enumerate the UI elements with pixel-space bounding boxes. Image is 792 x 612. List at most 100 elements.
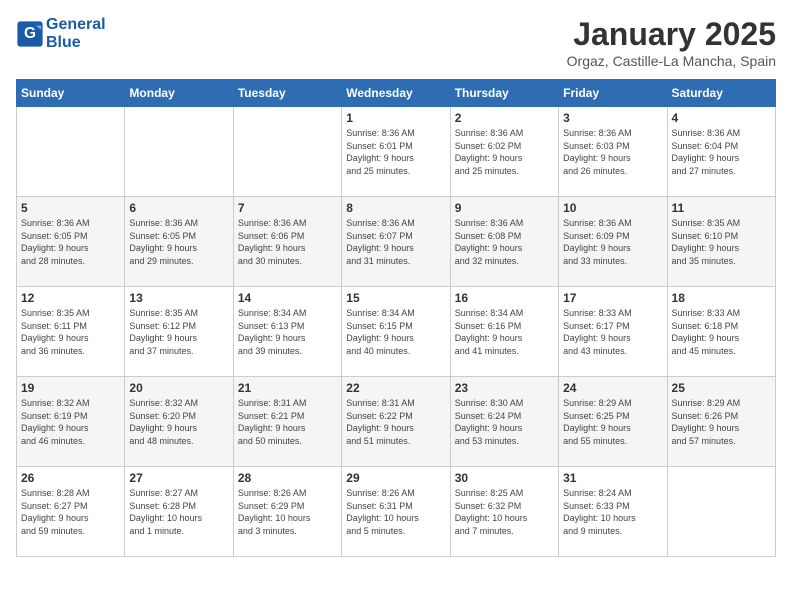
month-title: January 2025 xyxy=(567,16,776,53)
day-number: 29 xyxy=(346,471,445,485)
table-cell xyxy=(667,467,775,557)
week-row-2: 5 Sunrise: 8:36 AM Sunset: 6:05 PM Daylig… xyxy=(17,197,776,287)
table-cell: 10 Sunrise: 8:36 AM Sunset: 6:09 PM Dayli… xyxy=(559,197,667,287)
table-cell: 9 Sunrise: 8:36 AM Sunset: 6:08 PM Daylig… xyxy=(450,197,558,287)
day-number: 24 xyxy=(563,381,662,395)
table-cell: 23Sunrise: 8:30 AM Sunset: 6:24 PM Dayli… xyxy=(450,377,558,467)
day-info: Sunrise: 8:34 AM Sunset: 6:15 PM Dayligh… xyxy=(346,307,445,357)
day-number: 9 xyxy=(455,201,554,215)
day-info: Sunrise: 8:28 AM Sunset: 6:27 PM Dayligh… xyxy=(21,487,120,537)
day-info: Sunrise: 8:29 AM Sunset: 6:26 PM Dayligh… xyxy=(672,397,771,447)
day-number: 8 xyxy=(346,201,445,215)
table-cell: 3Sunrise: 8:36 AM Sunset: 6:03 PM Daylig… xyxy=(559,107,667,197)
day-number: 13 xyxy=(129,291,228,305)
title-area: January 2025 Orgaz, Castille-La Mancha, … xyxy=(567,16,776,69)
day-info: Sunrise: 8:35 AM Sunset: 6:12 PM Dayligh… xyxy=(129,307,228,357)
day-info: Sunrise: 8:34 AM Sunset: 6:13 PM Dayligh… xyxy=(238,307,337,357)
page-header: G General Blue January 2025 Orgaz, Casti… xyxy=(16,16,776,69)
day-info: Sunrise: 8:31 AM Sunset: 6:22 PM Dayligh… xyxy=(346,397,445,447)
table-cell xyxy=(125,107,233,197)
day-info: Sunrise: 8:26 AM Sunset: 6:29 PM Dayligh… xyxy=(238,487,337,537)
day-number: 28 xyxy=(238,471,337,485)
day-number: 17 xyxy=(563,291,662,305)
table-cell: 17Sunrise: 8:33 AM Sunset: 6:17 PM Dayli… xyxy=(559,287,667,377)
table-cell: 1Sunrise: 8:36 AM Sunset: 6:01 PM Daylig… xyxy=(342,107,450,197)
day-info: Sunrise: 8:36 AM Sunset: 6:03 PM Dayligh… xyxy=(563,127,662,177)
table-cell: 5 Sunrise: 8:36 AM Sunset: 6:05 PM Daylig… xyxy=(17,197,125,287)
table-cell: 29 Sunrise: 8:26 AM Sunset: 6:31 PM Dayli… xyxy=(342,467,450,557)
calendar-table: SundayMondayTuesdayWednesdayThursdayFrid… xyxy=(16,79,776,557)
day-info: Sunrise: 8:29 AM Sunset: 6:25 PM Dayligh… xyxy=(563,397,662,447)
weekday-header-monday: Monday xyxy=(125,80,233,107)
table-cell: 14 Sunrise: 8:34 AM Sunset: 6:13 PM Dayli… xyxy=(233,287,341,377)
table-cell: 24 Sunrise: 8:29 AM Sunset: 6:25 PM Dayli… xyxy=(559,377,667,467)
day-info: Sunrise: 8:32 AM Sunset: 6:20 PM Dayligh… xyxy=(129,397,228,447)
day-info: Sunrise: 8:24 AM Sunset: 6:33 PM Dayligh… xyxy=(563,487,662,537)
day-number: 16 xyxy=(455,291,554,305)
day-info: Sunrise: 8:36 AM Sunset: 6:04 PM Dayligh… xyxy=(672,127,771,177)
weekday-header-saturday: Saturday xyxy=(667,80,775,107)
day-number: 11 xyxy=(672,201,771,215)
table-cell: 4 Sunrise: 8:36 AM Sunset: 6:04 PM Daylig… xyxy=(667,107,775,197)
day-number: 5 xyxy=(21,201,120,215)
table-cell: 22 Sunrise: 8:31 AM Sunset: 6:22 PM Dayli… xyxy=(342,377,450,467)
day-info: Sunrise: 8:36 AM Sunset: 6:09 PM Dayligh… xyxy=(563,217,662,267)
table-cell: 8 Sunrise: 8:36 AM Sunset: 6:07 PM Daylig… xyxy=(342,197,450,287)
day-number: 18 xyxy=(672,291,771,305)
day-info: Sunrise: 8:36 AM Sunset: 6:06 PM Dayligh… xyxy=(238,217,337,267)
day-number: 22 xyxy=(346,381,445,395)
day-number: 10 xyxy=(563,201,662,215)
day-number: 19 xyxy=(21,381,120,395)
day-info: Sunrise: 8:34 AM Sunset: 6:16 PM Dayligh… xyxy=(455,307,554,357)
day-number: 4 xyxy=(672,111,771,125)
week-row-3: 12 Sunrise: 8:35 AM Sunset: 6:11 PM Dayli… xyxy=(17,287,776,377)
weekday-header-friday: Friday xyxy=(559,80,667,107)
table-cell: 13 Sunrise: 8:35 AM Sunset: 6:12 PM Dayli… xyxy=(125,287,233,377)
week-row-1: 1Sunrise: 8:36 AM Sunset: 6:01 PM Daylig… xyxy=(17,107,776,197)
table-cell: 7 Sunrise: 8:36 AM Sunset: 6:06 PM Daylig… xyxy=(233,197,341,287)
table-cell: 19 Sunrise: 8:32 AM Sunset: 6:19 PM Dayli… xyxy=(17,377,125,467)
location: Orgaz, Castille-La Mancha, Spain xyxy=(567,53,776,69)
table-cell: 31Sunrise: 8:24 AM Sunset: 6:33 PM Dayli… xyxy=(559,467,667,557)
day-number: 14 xyxy=(238,291,337,305)
week-row-5: 26Sunrise: 8:28 AM Sunset: 6:27 PM Dayli… xyxy=(17,467,776,557)
day-info: Sunrise: 8:35 AM Sunset: 6:11 PM Dayligh… xyxy=(21,307,120,357)
day-number: 25 xyxy=(672,381,771,395)
logo-icon: G xyxy=(16,20,44,48)
day-info: Sunrise: 8:27 AM Sunset: 6:28 PM Dayligh… xyxy=(129,487,228,537)
day-number: 30 xyxy=(455,471,554,485)
day-info: Sunrise: 8:36 AM Sunset: 6:05 PM Dayligh… xyxy=(21,217,120,267)
logo: G General Blue xyxy=(16,16,106,52)
weekday-header-tuesday: Tuesday xyxy=(233,80,341,107)
day-info: Sunrise: 8:36 AM Sunset: 6:08 PM Dayligh… xyxy=(455,217,554,267)
week-row-4: 19 Sunrise: 8:32 AM Sunset: 6:19 PM Dayli… xyxy=(17,377,776,467)
day-info: Sunrise: 8:36 AM Sunset: 6:07 PM Dayligh… xyxy=(346,217,445,267)
day-number: 27 xyxy=(129,471,228,485)
day-info: Sunrise: 8:31 AM Sunset: 6:21 PM Dayligh… xyxy=(238,397,337,447)
table-cell: 20 Sunrise: 8:32 AM Sunset: 6:20 PM Dayli… xyxy=(125,377,233,467)
table-cell: 16 Sunrise: 8:34 AM Sunset: 6:16 PM Dayli… xyxy=(450,287,558,377)
table-cell: 27 Sunrise: 8:27 AM Sunset: 6:28 PM Dayli… xyxy=(125,467,233,557)
day-number: 15 xyxy=(346,291,445,305)
day-info: Sunrise: 8:32 AM Sunset: 6:19 PM Dayligh… xyxy=(21,397,120,447)
day-number: 20 xyxy=(129,381,228,395)
day-info: Sunrise: 8:26 AM Sunset: 6:31 PM Dayligh… xyxy=(346,487,445,537)
table-cell: 12 Sunrise: 8:35 AM Sunset: 6:11 PM Dayli… xyxy=(17,287,125,377)
logo-text: General Blue xyxy=(46,16,106,52)
day-number: 7 xyxy=(238,201,337,215)
day-number: 2 xyxy=(455,111,554,125)
day-number: 12 xyxy=(21,291,120,305)
table-cell: 26Sunrise: 8:28 AM Sunset: 6:27 PM Dayli… xyxy=(17,467,125,557)
day-info: Sunrise: 8:30 AM Sunset: 6:24 PM Dayligh… xyxy=(455,397,554,447)
table-cell: 28 Sunrise: 8:26 AM Sunset: 6:29 PM Dayli… xyxy=(233,467,341,557)
table-cell: 6Sunrise: 8:36 AM Sunset: 6:05 PM Daylig… xyxy=(125,197,233,287)
day-number: 21 xyxy=(238,381,337,395)
day-info: Sunrise: 8:36 AM Sunset: 6:05 PM Dayligh… xyxy=(129,217,228,267)
day-info: Sunrise: 8:35 AM Sunset: 6:10 PM Dayligh… xyxy=(672,217,771,267)
day-info: Sunrise: 8:36 AM Sunset: 6:01 PM Dayligh… xyxy=(346,127,445,177)
weekday-header-row: SundayMondayTuesdayWednesdayThursdayFrid… xyxy=(17,80,776,107)
day-info: Sunrise: 8:36 AM Sunset: 6:02 PM Dayligh… xyxy=(455,127,554,177)
day-info: Sunrise: 8:25 AM Sunset: 6:32 PM Dayligh… xyxy=(455,487,554,537)
table-cell xyxy=(17,107,125,197)
table-cell: 30 Sunrise: 8:25 AM Sunset: 6:32 PM Dayli… xyxy=(450,467,558,557)
